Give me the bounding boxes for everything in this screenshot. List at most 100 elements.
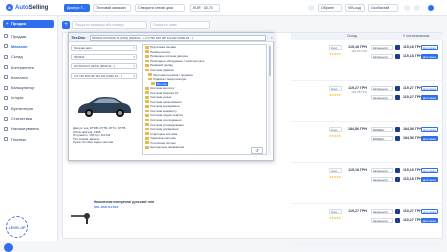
level-up-badge[interactable]: LEVEL UP bbox=[6, 216, 28, 238]
sidebar-item-label: Склад bbox=[11, 54, 23, 60]
warehouse-select[interactable]: Автоцентр bbox=[371, 177, 393, 182]
rating-stars: ★★★★★ bbox=[329, 93, 341, 97]
sidebar-item[interactable]: Продажі bbox=[0, 31, 57, 41]
help-icon[interactable] bbox=[414, 5, 420, 11]
rating-stars: ★★★★★ bbox=[329, 134, 341, 138]
supplier-price: 119,27 ГРН bbox=[403, 209, 422, 213]
delivery-button[interactable]: Доставка bbox=[421, 168, 438, 173]
name-search-input[interactable]: Пошук по назві bbox=[150, 21, 210, 29]
sidebar-item[interactable]: Магазин bbox=[0, 41, 57, 51]
create-sale-button[interactable]: Продаж bbox=[3, 20, 54, 28]
wishlist-button[interactable]: Обране bbox=[318, 4, 342, 12]
tree-node-label: Система кермування bbox=[150, 104, 180, 109]
make-select[interactable]: SKODA bbox=[71, 54, 137, 61]
vehicle-path-field[interactable]: SKODA OCTAVIA IV (NX3) (2020.01 - ) 2.0 … bbox=[90, 34, 266, 41]
cart-icon[interactable] bbox=[395, 209, 400, 214]
supplier-price: 115,18 ГРН bbox=[403, 45, 422, 49]
warehouse-select[interactable]: БАТЕКС bbox=[371, 136, 393, 141]
folder-icon bbox=[145, 114, 149, 117]
sidebar-item[interactable]: Каталоги bbox=[0, 72, 57, 82]
supplier-price: 184,56 ГРН bbox=[403, 127, 423, 131]
delivery-button[interactable]: Доставка bbox=[421, 136, 438, 141]
folder-icon bbox=[145, 68, 149, 72]
sidebar-item[interactable]: Історія bbox=[0, 93, 57, 103]
cart-icon[interactable] bbox=[395, 177, 400, 182]
tree-scrollbar[interactable] bbox=[268, 44, 271, 155]
wholesale-prices-button[interactable]: Створити оптові ціни bbox=[135, 4, 185, 12]
stock-price: 115,18 ГРН bbox=[348, 168, 367, 172]
bell-icon[interactable] bbox=[308, 5, 314, 11]
sidebar-item[interactable]: Статистика bbox=[0, 113, 57, 123]
delivery-button[interactable]: Доставка bbox=[421, 95, 438, 100]
vin-button[interactable]: VIN-код bbox=[345, 4, 365, 12]
sidebar-item[interactable]: Платежі bbox=[0, 134, 57, 144]
list-item[interactable]: Наконечник поперечної рульової тяги SKL.… bbox=[66, 200, 226, 236]
sidebar-item[interactable]: Бухгалтерія bbox=[0, 103, 57, 113]
folder-icon bbox=[145, 59, 149, 63]
chat-icon[interactable] bbox=[4, 243, 13, 252]
product-name: Наконечник поперечної рульової тяги bbox=[94, 200, 155, 204]
tie-rod-image bbox=[71, 213, 90, 224]
sidebar: Продаж Продажі Магазин Склад Контрагенти Кат… bbox=[0, 16, 58, 252]
tree-node-label: Система охолодження bbox=[150, 118, 182, 123]
top-bar: A AutoSelling Дмитро Т... Тестовий магаз… bbox=[0, 0, 447, 16]
sidebar-item[interactable]: Склад bbox=[0, 52, 57, 62]
warehouse-select[interactable]: БАТЕКС bbox=[371, 127, 393, 132]
profile-button[interactable]: Особистий bbox=[368, 4, 398, 12]
reset-icon[interactable]: ↺ bbox=[251, 147, 263, 154]
product-code[interactable]: SKL.PAR 5Н-ТЕЗ bbox=[94, 205, 118, 209]
folder-icon bbox=[145, 127, 149, 131]
shop-select[interactable]: Тестовий магазин bbox=[93, 4, 131, 12]
tree-node-label: Гвинтова пружина / пружина bbox=[153, 72, 193, 77]
cart-icon[interactable] bbox=[395, 168, 400, 173]
qty-select[interactable]: 3 шт. bbox=[329, 86, 342, 91]
tree-node[interactable]: Центральна пневматика bbox=[143, 145, 266, 150]
delivery-button[interactable]: Доставка bbox=[421, 218, 438, 223]
warehouse-select[interactable]: Автоцентр bbox=[371, 209, 393, 214]
sidebar-item[interactable]: Контрагенти bbox=[0, 62, 57, 72]
warehouse-select[interactable]: Автоцентр bbox=[371, 218, 393, 223]
tree-node-label: Система безпеки AT bbox=[150, 90, 179, 95]
model-select[interactable]: OCTAVIA IV (NX3) (2020.01 - ) bbox=[71, 63, 137, 70]
delivery-button[interactable]: Доставка bbox=[421, 86, 438, 91]
warehouse-select[interactable]: Автоцентр bbox=[371, 95, 393, 100]
delivery-button[interactable]: Доставка bbox=[421, 209, 438, 214]
delivery-button[interactable]: Доставка bbox=[421, 127, 438, 132]
warehouse-select[interactable]: Автоцентр bbox=[371, 54, 393, 59]
tree-node-label: Центральна пневматика bbox=[150, 145, 185, 150]
sidebar-item[interactable]: Калькулятор bbox=[0, 82, 57, 92]
app-logo[interactable]: A AutoSelling bbox=[6, 4, 48, 11]
cart-icon[interactable] bbox=[395, 45, 400, 50]
cart-icon[interactable] bbox=[395, 218, 400, 223]
cart-icon[interactable] bbox=[395, 136, 400, 141]
delivery-button[interactable]: Доставка bbox=[421, 45, 438, 50]
search-input[interactable]: Пошук по артикулу або номеру bbox=[72, 21, 147, 29]
sidebar-item[interactable]: Налаштування bbox=[0, 124, 57, 134]
tree-node-label: Прикладне обладнання / комплектуючі bbox=[150, 58, 205, 63]
cart-icon[interactable] bbox=[395, 127, 400, 132]
qty-select[interactable]: 3 шт. bbox=[329, 209, 342, 214]
warehouse-select[interactable]: Автоцентр bbox=[371, 45, 393, 50]
cart-icon[interactable] bbox=[395, 54, 400, 59]
qty-select[interactable]: 2 шт. bbox=[329, 127, 342, 132]
settings-icon[interactable] bbox=[404, 5, 410, 11]
cart-icon[interactable] bbox=[395, 86, 400, 91]
qty-select[interactable]: 3 шт. bbox=[329, 45, 342, 50]
folder-icon bbox=[145, 109, 149, 113]
cart-icon[interactable] bbox=[395, 95, 400, 100]
close-icon[interactable]: × bbox=[271, 35, 273, 40]
qty-select[interactable]: 4 шт. bbox=[329, 168, 342, 173]
warehouse-select[interactable]: Автоцентр bbox=[371, 168, 393, 173]
vehicle-type-select[interactable]: Легкове авто bbox=[71, 45, 137, 51]
delivery-button[interactable]: Доставка bbox=[421, 177, 438, 182]
avatar[interactable] bbox=[428, 5, 434, 11]
tree-node-label: Приводна система двигуна bbox=[150, 54, 188, 59]
client-select[interactable]: Дмитро Т... bbox=[64, 4, 90, 12]
warehouse-select[interactable]: Автоцентр bbox=[371, 86, 393, 91]
vehicle-specs: Двигун: код, DTRB, DTTB, DTTC, DTTB Об'є… bbox=[73, 126, 126, 144]
engine-select[interactable]: 2.0 TDI 150 HP 110 kW (2020.01 - ) bbox=[71, 72, 137, 79]
currency-select[interactable]: EUR · 30,70 bbox=[190, 4, 220, 12]
delivery-button[interactable]: Доставка bbox=[421, 54, 438, 59]
add-button[interactable]: + bbox=[62, 21, 70, 29]
tree-node-label: Система підвіски bbox=[150, 68, 174, 72]
